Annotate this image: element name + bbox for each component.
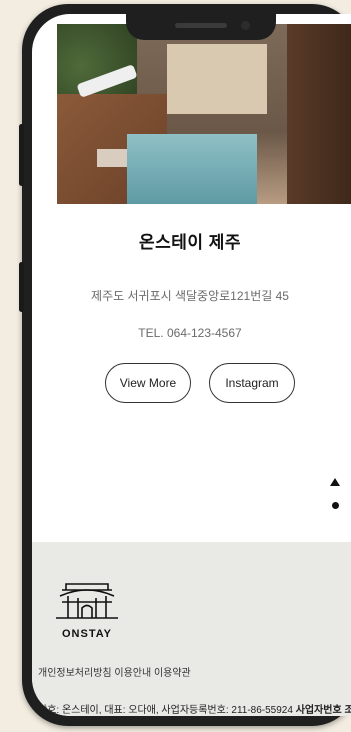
footer-links[interactable]: 개인정보처리방침 이용안내 이용약관 [38, 664, 191, 679]
phone-frame: 온스테이 제주 제주도 서귀포시 색달중앙로121번길 45 TEL. 064-… [19, 4, 351, 726]
phone-screen: 온스테이 제주 제주도 서귀포시 색달중앙로121번길 45 TEL. 064-… [32, 14, 351, 716]
view-more-button[interactable]: View More [105, 363, 191, 403]
site-footer: ONSTAY 개인정보처리방침 이용안내 이용약관 상호: 온스테이, 대표: … [32, 542, 351, 716]
hotel-photo [57, 24, 351, 204]
logo-text: ONSTAY [61, 628, 112, 640]
speaker [175, 23, 227, 28]
camera-icon [241, 21, 250, 30]
side-button-2 [19, 262, 24, 312]
business-check-link[interactable]: 사업자번호 조회 [296, 705, 351, 716]
listing-tel: TEL. 064-123-4567 [138, 326, 242, 340]
listing-address: 제주도 서귀포시 색달중앙로121번길 45 [91, 289, 289, 303]
business-info-text: 상호: 온스테이, 대표: 오다애, 사업자등록번호: 211-86-55924 [38, 705, 293, 716]
listing-title: 온스테이 제주 [138, 233, 242, 252]
instagram-button[interactable]: Instagram [209, 363, 295, 403]
photo-window [167, 44, 267, 114]
phone-notch [126, 14, 276, 40]
photo-pool [127, 134, 257, 204]
business-info: 상호: 온스테이, 대표: 오다애, 사업자등록번호: 211-86-55924… [38, 701, 351, 716]
triangle-up-icon[interactable] [330, 478, 340, 486]
photo-wall [287, 24, 351, 204]
dot-icon [332, 502, 339, 509]
side-button-1 [19, 124, 24, 186]
